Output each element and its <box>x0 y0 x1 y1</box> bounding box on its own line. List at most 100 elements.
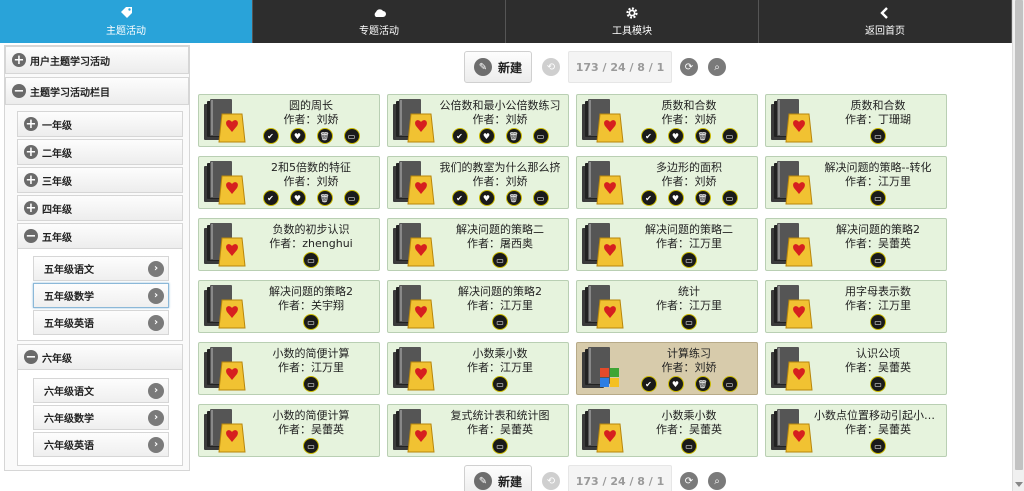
check-icon[interactable]: ✔ <box>451 128 468 144</box>
grade-4[interactable]: + 四年级 <box>17 195 183 221</box>
subject-g5-chinese[interactable]: 五年级语文 › <box>33 256 169 281</box>
folder-icon[interactable]: ▭ <box>492 314 508 330</box>
check-icon[interactable]: ✔ <box>640 376 657 392</box>
folder-icon[interactable]: ▭ <box>721 376 738 392</box>
folder-icon[interactable]: ▭ <box>492 252 508 268</box>
activity-card[interactable]: 认识公顷 作者：吴蕾英 ▭ <box>765 342 947 395</box>
check-icon[interactable]: ✔ <box>262 190 279 206</box>
check-icon[interactable]: ✔ <box>451 190 468 206</box>
heart-icon[interactable]: ♥ <box>289 128 306 144</box>
scroll-down-arrow[interactable] <box>1015 482 1023 487</box>
activity-card[interactable]: 解决问题的策略2 作者：吴蕾英 ▭ <box>765 218 947 271</box>
trash-icon[interactable]: 🗑 <box>316 190 333 206</box>
folder-icon[interactable]: ▭ <box>532 190 549 206</box>
search-icon[interactable]: ⌕ <box>708 58 726 76</box>
activity-card[interactable]: 解决问题的策略二 作者：江万里 ▭ <box>576 218 758 271</box>
folder-icon[interactable]: ▭ <box>532 128 549 144</box>
vertical-scrollbar[interactable] <box>1012 0 1024 491</box>
heart-icon[interactable]: ♥ <box>478 128 495 144</box>
prev-page-icon[interactable]: ⟲ <box>542 58 560 76</box>
activity-card[interactable]: 负数的初步认识 作者：zhenghui ▭ <box>198 218 380 271</box>
grade-2[interactable]: + 二年级 <box>17 139 183 165</box>
check-icon[interactable]: ✔ <box>640 128 657 144</box>
folder-icon[interactable]: ▭ <box>870 252 886 268</box>
trash-icon[interactable]: 🗑 <box>316 128 333 144</box>
sidebar-user-topics[interactable]: + 用户主题学习活动 <box>5 46 189 74</box>
activity-card[interactable]: 小数的简便计算 作者：江万里 ▭ <box>198 342 380 395</box>
folder-icon[interactable]: ▭ <box>303 252 319 268</box>
activity-card[interactable]: 小数乘小数 作者：江万里 ▭ <box>387 342 569 395</box>
subject-g6-english[interactable]: 六年级英语 › <box>33 432 169 457</box>
next-page-icon[interactable]: ⟳ <box>680 472 698 490</box>
new-button[interactable]: ✎ 新建 <box>464 465 532 491</box>
tab-tools[interactable]: 工具模块 <box>506 0 759 43</box>
subject-g5-math[interactable]: 五年级数学 › <box>33 283 169 308</box>
heart-icon[interactable]: ♥ <box>667 376 684 392</box>
trash-icon[interactable]: 🗑 <box>505 128 522 144</box>
activity-card[interactable]: 质数和合数 作者：丁珊瑚 ▭ <box>765 94 947 147</box>
heart-icon[interactable]: ♥ <box>667 190 684 206</box>
tab-theme-activity[interactable]: 主题活动 <box>0 0 253 43</box>
folder-icon[interactable]: ▭ <box>343 190 360 206</box>
folder-icon[interactable]: ▭ <box>721 190 738 206</box>
card-author: 作者：江万里 <box>436 297 564 313</box>
trash-icon[interactable]: 🗑 <box>694 376 711 392</box>
folder-icon[interactable]: ▭ <box>721 128 738 144</box>
activity-card[interactable]: 小数的简便计算 作者：吴蕾英 ▭ <box>198 404 380 457</box>
heart-icon[interactable]: ♥ <box>478 190 495 206</box>
activity-card[interactable]: 我们的教室为什么那么挤 作者：刘娇 ✔ ♥ 🗑 ▭ <box>387 156 569 209</box>
trash-icon[interactable]: 🗑 <box>694 190 711 206</box>
prev-page-icon[interactable]: ⟲ <box>542 472 560 490</box>
folder-icon[interactable]: ▭ <box>681 438 697 454</box>
next-page-icon[interactable]: ⟳ <box>680 58 698 76</box>
trash-icon[interactable]: 🗑 <box>505 190 522 206</box>
folder-icon[interactable]: ▭ <box>303 376 319 392</box>
activity-card[interactable]: 圆的周长 作者：刘娇 ✔ ♥ 🗑 ▭ <box>198 94 380 147</box>
activity-card[interactable]: 解决问题的策略2 作者：江万里 ▭ <box>387 280 569 333</box>
search-icon[interactable]: ⌕ <box>708 472 726 490</box>
activity-card[interactable]: 解决问题的策略2 作者：关宇翔 ▭ <box>198 280 380 333</box>
check-icon[interactable]: ✔ <box>262 128 279 144</box>
folder-icon[interactable]: ▭ <box>343 128 360 144</box>
activity-card[interactable]: 计算练习 作者：刘娇 ✔ ♥ 🗑 ▭ <box>576 342 758 395</box>
trash-icon[interactable]: 🗑 <box>694 128 711 144</box>
folder-icon[interactable]: ▭ <box>681 314 697 330</box>
grade-5[interactable]: − 五年级 <box>17 223 183 249</box>
tab-special-activity[interactable]: 专题活动 <box>253 0 506 43</box>
activity-card[interactable]: 解决问题的策略二 作者：屠西奥 ▭ <box>387 218 569 271</box>
folder-icon[interactable]: ▭ <box>870 376 886 392</box>
grade-6[interactable]: − 六年级 <box>17 344 183 370</box>
folder-icon[interactable]: ▭ <box>681 252 697 268</box>
folder-icon[interactable]: ▭ <box>870 190 886 206</box>
new-button[interactable]: ✎ 新建 <box>464 51 532 83</box>
folder-icon[interactable]: ▭ <box>303 314 319 330</box>
activity-card[interactable]: 解决问题的策略--转化 作者：江万里 ▭ <box>765 156 947 209</box>
folder-icon[interactable]: ▭ <box>870 314 886 330</box>
activity-card[interactable]: 统计 作者：江万里 ▭ <box>576 280 758 333</box>
activity-card[interactable]: 公倍数和最小公倍数练习 作者：刘娇 ✔ ♥ 🗑 ▭ <box>387 94 569 147</box>
subject-g5-english[interactable]: 五年级英语 › <box>33 310 169 335</box>
activity-card[interactable]: 2和5倍数的特征 作者：刘娇 ✔ ♥ 🗑 ▭ <box>198 156 380 209</box>
tab-home[interactable]: 返回首页 <box>759 0 1012 43</box>
activity-card[interactable]: 小数乘小数 作者：吴蕾英 ▭ <box>576 404 758 457</box>
activity-card[interactable]: 复式统计表和统计图 作者：吴蕾英 ▭ <box>387 404 569 457</box>
activity-card[interactable]: 多边形的面积 作者：刘娇 ✔ ♥ 🗑 ▭ <box>576 156 758 209</box>
grade-3[interactable]: + 三年级 <box>17 167 183 193</box>
subject-g6-math[interactable]: 六年级数学 › <box>33 405 169 430</box>
folder-icon[interactable]: ▭ <box>492 438 508 454</box>
activity-card[interactable]: 质数和合数 作者：刘娇 ✔ ♥ 🗑 ▭ <box>576 94 758 147</box>
check-icon[interactable]: ✔ <box>640 190 657 206</box>
folder-icon[interactable]: ▭ <box>492 376 508 392</box>
activity-card[interactable]: 用字母表示数 作者：江万里 ▭ <box>765 280 947 333</box>
heart-icon[interactable]: ♥ <box>667 128 684 144</box>
folder-icon[interactable]: ▭ <box>303 438 319 454</box>
subject-g6-chinese[interactable]: 六年级语文 › <box>33 378 169 403</box>
folder-icon[interactable]: ▭ <box>870 128 886 144</box>
author-prefix: 作者： <box>845 361 878 374</box>
folder-icon[interactable]: ▭ <box>870 438 886 454</box>
scrollbar-thumb[interactable] <box>1015 0 1023 470</box>
activity-card[interactable]: 小数点位置移动引起小数大小的变化作者：吴蕾英▭ <box>765 404 947 457</box>
grade-1[interactable]: + 一年级 <box>17 111 183 137</box>
heart-icon[interactable]: ♥ <box>289 190 306 206</box>
sidebar-topic-column[interactable]: − 主题学习活动栏目 <box>5 77 189 105</box>
